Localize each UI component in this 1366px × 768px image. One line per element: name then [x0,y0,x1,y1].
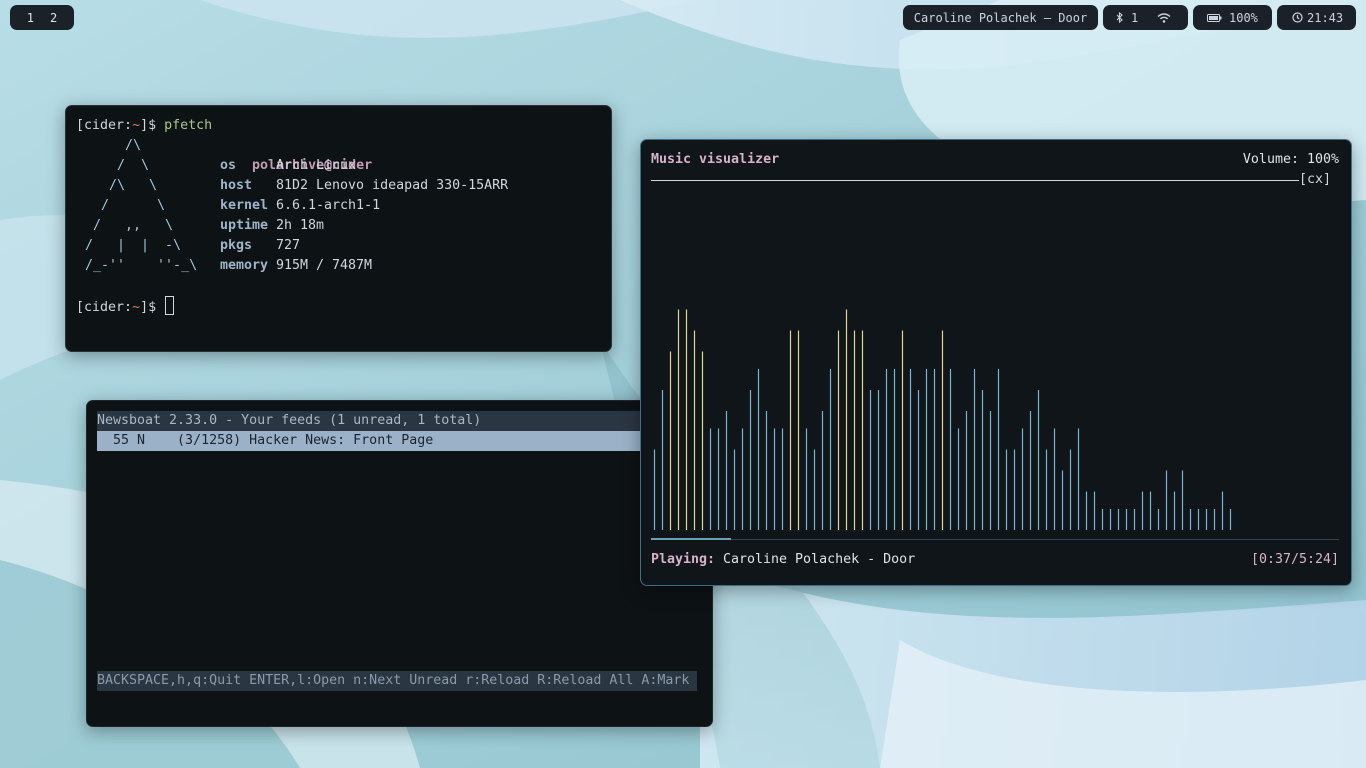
logo-line: / \ [85,198,166,213]
wifi-icon [1157,12,1171,23]
info-key: pkgs [220,238,253,253]
clock-icon [1292,12,1303,23]
info-value: 81D2 Lenovo ideapad 330-15ARR [276,178,509,193]
battery-icon [1207,13,1222,22]
prompt-dir: ~ [132,118,141,133]
prompt-line-1: [cider:~]$ pfetch [76,118,213,133]
progress-track[interactable] [651,539,1339,540]
keybindings-help: BACKSPACE,h,q:Quit ENTER,l:Open n:Next U… [97,671,697,691]
bluetooth-count: 1 [1131,10,1139,25]
command-text: pfetch [164,118,213,133]
progress-fill [651,538,732,540]
info-key: os [220,158,237,173]
info-value: Arch Linux [276,158,357,173]
prompt-user: cider [84,300,125,315]
terminal-window[interactable]: [cider:~]$ pfetch /\ / \ /\ \ / \ / ,, \… [65,105,612,352]
info-key: kernel [220,198,269,213]
playing-label: Playing: [651,552,716,567]
battery-widget[interactable]: 100% [1193,5,1272,30]
info-key: host [220,178,253,193]
logo-line: /\ \ [85,178,158,193]
text-cursor [165,296,175,315]
playback-time: [0:37/5:24] [1250,552,1339,567]
workspace-1[interactable]: 1 [27,11,34,25]
logo-line: /_-'' ''-_\ [85,258,198,273]
logo-line: / | | -\ [85,238,182,253]
now-playing-label: Caroline Polachek — Door [913,10,1088,25]
info-row: os Arch Linux [220,156,356,176]
battery-percent: 100% [1229,10,1258,25]
newsboat-window[interactable]: Newsboat 2.33.0 - Your feeds (1 unread, … [86,400,713,727]
logo-line: / \ [85,158,150,173]
info-row: memory 915M / 7487M [220,256,372,276]
info-value: 915M / 7487M [276,258,373,273]
workspace-switcher: 1 2 [10,5,74,30]
prompt-user: cider [84,118,125,133]
info-row: host 81D2 Lenovo ideapad 330-15ARR [220,176,508,196]
info-value: 2h 18m [276,218,325,233]
info-value: 727 [276,238,301,253]
info-row: kernel 6.6.1-arch1-1 [220,196,380,216]
clock-widget[interactable]: 21:43 [1277,5,1356,30]
music-visualizer-window[interactable]: Music visualizer Volume: 100% [cx] Playi… [640,139,1352,586]
info-row: uptime 2h 18m [220,216,324,236]
playing-track: Caroline Polachek - Door [723,552,916,567]
info-key: uptime [220,218,269,233]
workspace-2[interactable]: 2 [50,11,57,25]
clock-time: 21:43 [1307,10,1344,25]
network-widget[interactable]: 1 [1103,5,1188,30]
now-playing-widget[interactable]: Caroline Polachek — Door [903,5,1098,30]
logo-line: /\ [85,138,142,153]
logo-line: / ,, \ [85,218,174,233]
prompt-line-2[interactable]: [cider:~]$ [76,296,175,318]
spectrum-bars [653,309,1232,530]
feed-list-item[interactable]: 55 N (3/1258) Hacker News: Front Page [97,431,705,451]
arch-logo-ascii: /\ / \ /\ \ / \ / ,, \ / | | -\ /_-'' ''-_… [85,136,197,276]
info-value: 6.6.1-arch1-1 [276,198,381,213]
info-key: memory [220,258,269,273]
newsboat-header: Newsboat 2.33.0 - Your feeds (1 unread, … [97,411,705,431]
bluetooth-icon [1116,12,1123,23]
prompt-dir: ~ [132,300,141,315]
info-row: pkgs 727 [220,236,300,256]
